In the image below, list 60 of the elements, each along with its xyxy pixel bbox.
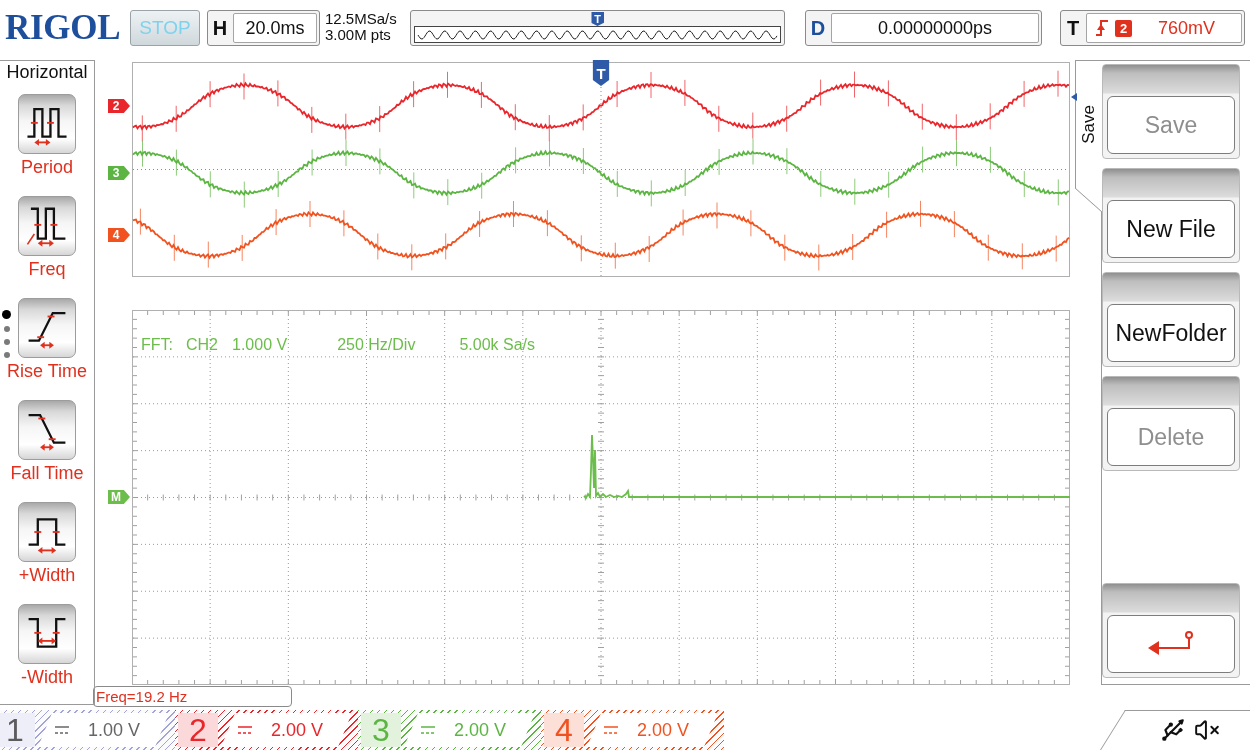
fft-info-text: 5.00k Sa/s <box>459 336 536 354</box>
trigger-level-value[interactable]: 760mV <box>1158 17 1216 39</box>
measure-button[interactable] <box>18 196 76 256</box>
muted-speaker-icon <box>1194 717 1220 743</box>
measure-button[interactable] <box>18 604 76 664</box>
dc-coupling-icon <box>420 725 436 735</box>
return-arrow-icon <box>1146 630 1196 658</box>
menu-tab-label: Save <box>1079 105 1099 144</box>
channel-marker: 3 <box>108 166 130 180</box>
channel-tab[interactable]: 1 1.00 V <box>0 710 175 750</box>
trigger-label: T <box>1065 15 1081 41</box>
measure-button[interactable] <box>18 298 76 358</box>
measure-label: +Width <box>18 565 76 585</box>
channel-scale: 1.00 V <box>88 719 141 741</box>
usb-icon <box>1160 717 1186 743</box>
measure-label: Rise Time <box>7 361 87 381</box>
channel-number: 4 <box>544 713 584 747</box>
timebase-label: H <box>211 15 229 41</box>
measure-label: Period <box>21 157 73 177</box>
channel-number: 1 <box>0 713 35 747</box>
channel-tab[interactable]: 4 2.00 V <box>541 710 724 750</box>
fft-info-text: CH2 <box>186 336 218 354</box>
channel-tab[interactable]: 2 2.00 V <box>175 710 358 750</box>
softkey-button[interactable]: New File <box>1102 168 1240 263</box>
dc-coupling-icon <box>237 725 253 735</box>
menu-title: Horizontal <box>6 61 88 84</box>
brand-logo: RIGOL <box>5 10 122 46</box>
math-marker: M <box>108 490 130 504</box>
dc-coupling-icon <box>54 725 70 735</box>
measure-label: Fall Time <box>10 463 84 483</box>
back-button[interactable] <box>1102 583 1240 678</box>
channel-number: 3 <box>361 713 401 747</box>
sample-rate-text: 12.5MSa/s <box>325 11 398 27</box>
memory-depth-text: 3.00M pts <box>325 27 392 43</box>
channel-marker: 2 <box>108 99 130 113</box>
trigger-position-marker: T <box>592 60 610 86</box>
delay-label: D <box>809 15 827 41</box>
measure-label: -Width <box>21 667 73 687</box>
channel-tab[interactable]: 3 2.00 V <box>358 710 541 750</box>
softkey-button[interactable]: NewFolder <box>1102 272 1240 367</box>
measure-label: Freq <box>28 259 66 279</box>
rising-edge-icon <box>1095 19 1109 37</box>
measure-button[interactable] <box>18 400 76 460</box>
measure-button[interactable] <box>18 502 76 562</box>
fft-info-text: FFT: <box>141 336 173 354</box>
channel-scale: 2.00 V <box>637 719 690 741</box>
timebase-value[interactable]: 20.0ms <box>233 13 317 43</box>
fft-info-text: 1.000 V <box>232 336 288 354</box>
delay-value[interactable]: 0.00000000ps <box>831 13 1039 43</box>
channel-scale: 2.00 V <box>271 719 324 741</box>
channel-scale: 2.00 V <box>454 719 507 741</box>
trigger-source-badge: 2 <box>1115 19 1132 37</box>
channel-number: 2 <box>178 713 218 747</box>
measurement-readout: Freq=19.2 Hz <box>93 686 292 707</box>
channel-marker: 4 <box>108 228 130 242</box>
trigger-position-marker: T <box>591 12 604 26</box>
dc-coupling-icon <box>603 725 619 735</box>
fft-info-text: 250 Hz/Div <box>337 336 416 354</box>
triangle-marker-icon <box>1071 93 1077 101</box>
measure-button[interactable] <box>18 94 76 154</box>
